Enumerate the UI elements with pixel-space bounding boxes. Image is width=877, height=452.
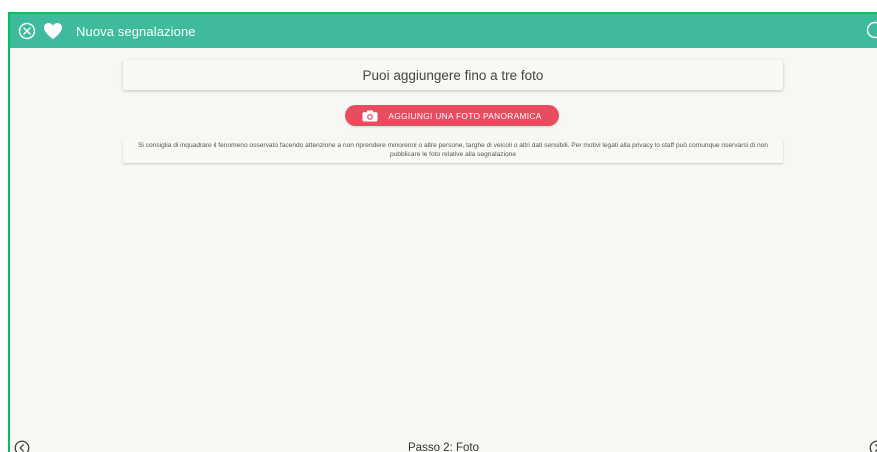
add-photo-label: AGGIUNGI UNA FOTO PANORAMICA	[388, 110, 542, 121]
footer-bar: Passo 2: Foto	[10, 434, 877, 452]
page-title: Nuova segnalazione	[76, 23, 196, 39]
privacy-disclaimer: Si consiglia di inquadrare il fenomeno o…	[123, 140, 783, 163]
camera-icon	[362, 110, 378, 122]
main-content: Puoi aggiungere fino a tre foto AGGIUNGI…	[10, 48, 877, 434]
add-panoramic-photo-button[interactable]: AGGIUNGI UNA FOTO PANORAMICA	[345, 105, 559, 126]
step-label: Passo 2: Foto	[408, 442, 479, 452]
chevron-right-circle-icon[interactable]	[869, 440, 877, 452]
info-card: Puoi aggiungere fino a tre foto	[123, 60, 783, 90]
info-text: Puoi aggiungere fino a tre foto	[362, 67, 544, 83]
app-frame: Nuova segnalazione Puoi aggiungere fino …	[8, 12, 877, 452]
right-circle-icon[interactable]	[865, 20, 877, 42]
heart-icon[interactable]	[42, 20, 64, 42]
header-bar: Nuova segnalazione	[10, 14, 877, 48]
close-icon[interactable]	[16, 20, 38, 42]
